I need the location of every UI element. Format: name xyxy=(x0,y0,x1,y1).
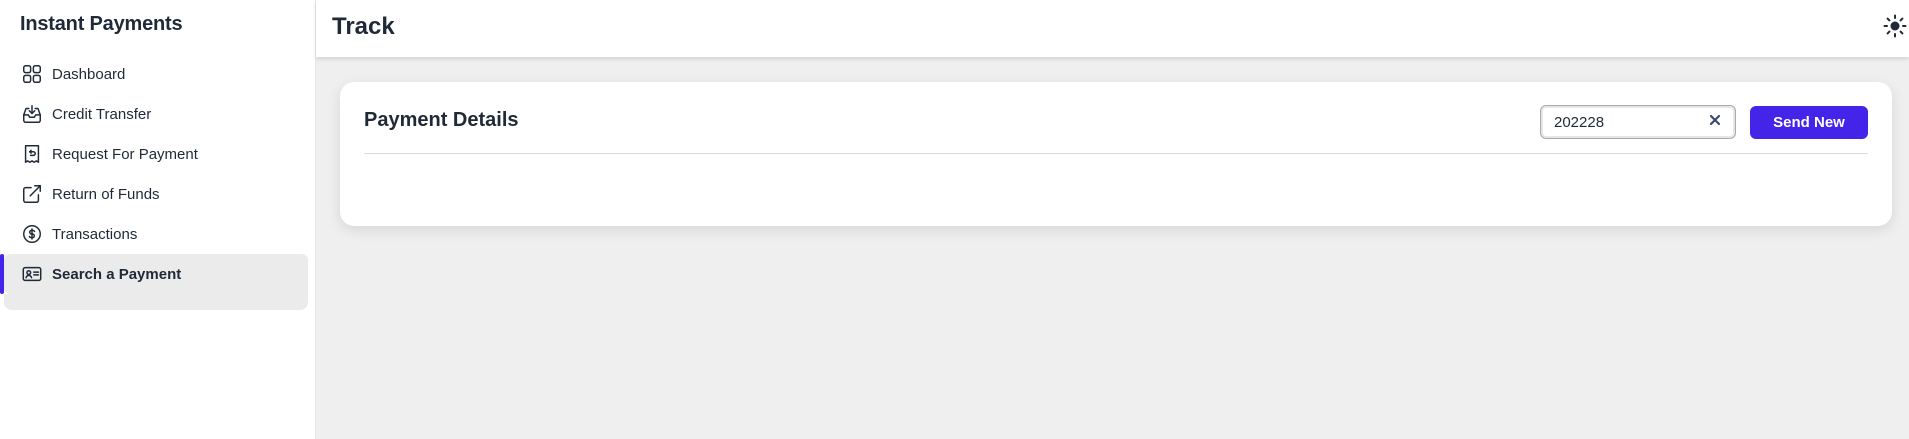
sidebar-item-label: Dashboard xyxy=(52,65,126,83)
sidebar-item-transactions[interactable]: Transactions xyxy=(0,214,316,254)
page-title: Track xyxy=(332,13,395,40)
active-item-tail xyxy=(4,294,308,310)
sun-icon xyxy=(1883,14,1907,43)
divider xyxy=(364,153,1868,154)
sidebar-item-label: Return of Funds xyxy=(52,185,160,203)
app-root: Instant Payments Dashboard Credit Transf… xyxy=(0,0,1909,439)
dashboard-grid-icon xyxy=(20,62,44,86)
clear-search-button[interactable] xyxy=(1707,114,1723,130)
sidebar-item-label: Request For Payment xyxy=(52,145,198,163)
external-link-icon xyxy=(20,182,44,206)
payment-search-input[interactable] xyxy=(1554,113,1704,131)
sidebar-item-search-a-payment[interactable]: Search a Payment xyxy=(0,254,308,294)
inbox-download-icon xyxy=(20,102,44,126)
theme-toggle-button[interactable] xyxy=(1881,14,1909,42)
id-card-icon xyxy=(20,262,44,286)
active-indicator xyxy=(0,254,4,294)
sidebar: Instant Payments Dashboard Credit Transf… xyxy=(0,0,316,439)
sidebar-item-dashboard[interactable]: Dashboard xyxy=(0,54,316,94)
sidebar-item-label: Credit Transfer xyxy=(52,105,152,123)
sidebar-item-return-of-funds[interactable]: Return of Funds xyxy=(0,174,316,214)
send-new-button[interactable]: Send New xyxy=(1750,106,1868,139)
sidebar-item-credit-transfer[interactable]: Credit Transfer xyxy=(0,94,316,134)
sidebar-nav: Dashboard Credit Transfer Request For Pa… xyxy=(0,54,316,310)
dollar-circle-icon xyxy=(20,222,44,246)
sidebar-item-request-for-payment[interactable]: Request For Payment xyxy=(0,134,316,174)
card-title: Payment Details xyxy=(364,109,519,131)
app-title: Instant Payments xyxy=(20,13,183,35)
receipt-return-icon xyxy=(20,142,44,166)
payment-details-card: Payment Details Send New xyxy=(340,82,1892,226)
top-header: Track xyxy=(316,0,1909,57)
payment-search-field[interactable] xyxy=(1540,105,1736,139)
sidebar-item-label: Transactions xyxy=(52,225,138,243)
close-icon xyxy=(1709,113,1721,131)
sidebar-item-label: Search a Payment xyxy=(52,265,182,283)
